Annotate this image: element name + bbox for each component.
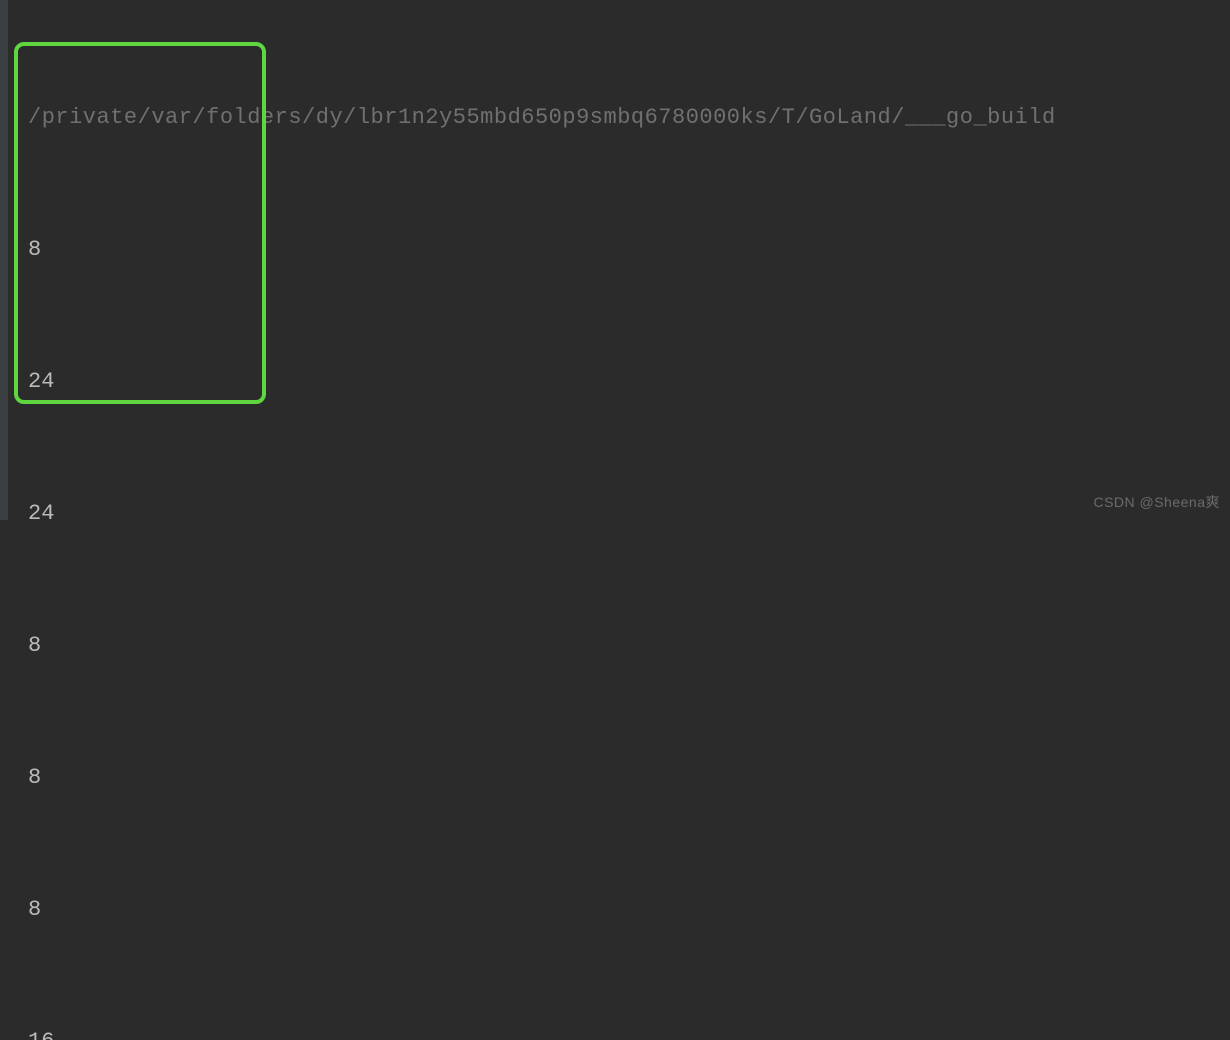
gutter-strip [0,0,8,520]
output-line: 8 [28,756,1230,800]
output-line: 8 [28,624,1230,668]
watermark-text: CSDN @Sheena爽 [1093,492,1220,512]
output-line: 24 [28,492,1230,536]
output-line: 16 [28,1020,1230,1040]
output-line: 24 [28,360,1230,404]
run-path-line: /private/var/folders/dy/lbr1n2y55mbd650p… [28,96,1230,140]
output-line: 8 [28,228,1230,272]
console-output[interactable]: /private/var/folders/dy/lbr1n2y55mbd650p… [0,0,1230,1040]
output-line: 8 [28,888,1230,932]
